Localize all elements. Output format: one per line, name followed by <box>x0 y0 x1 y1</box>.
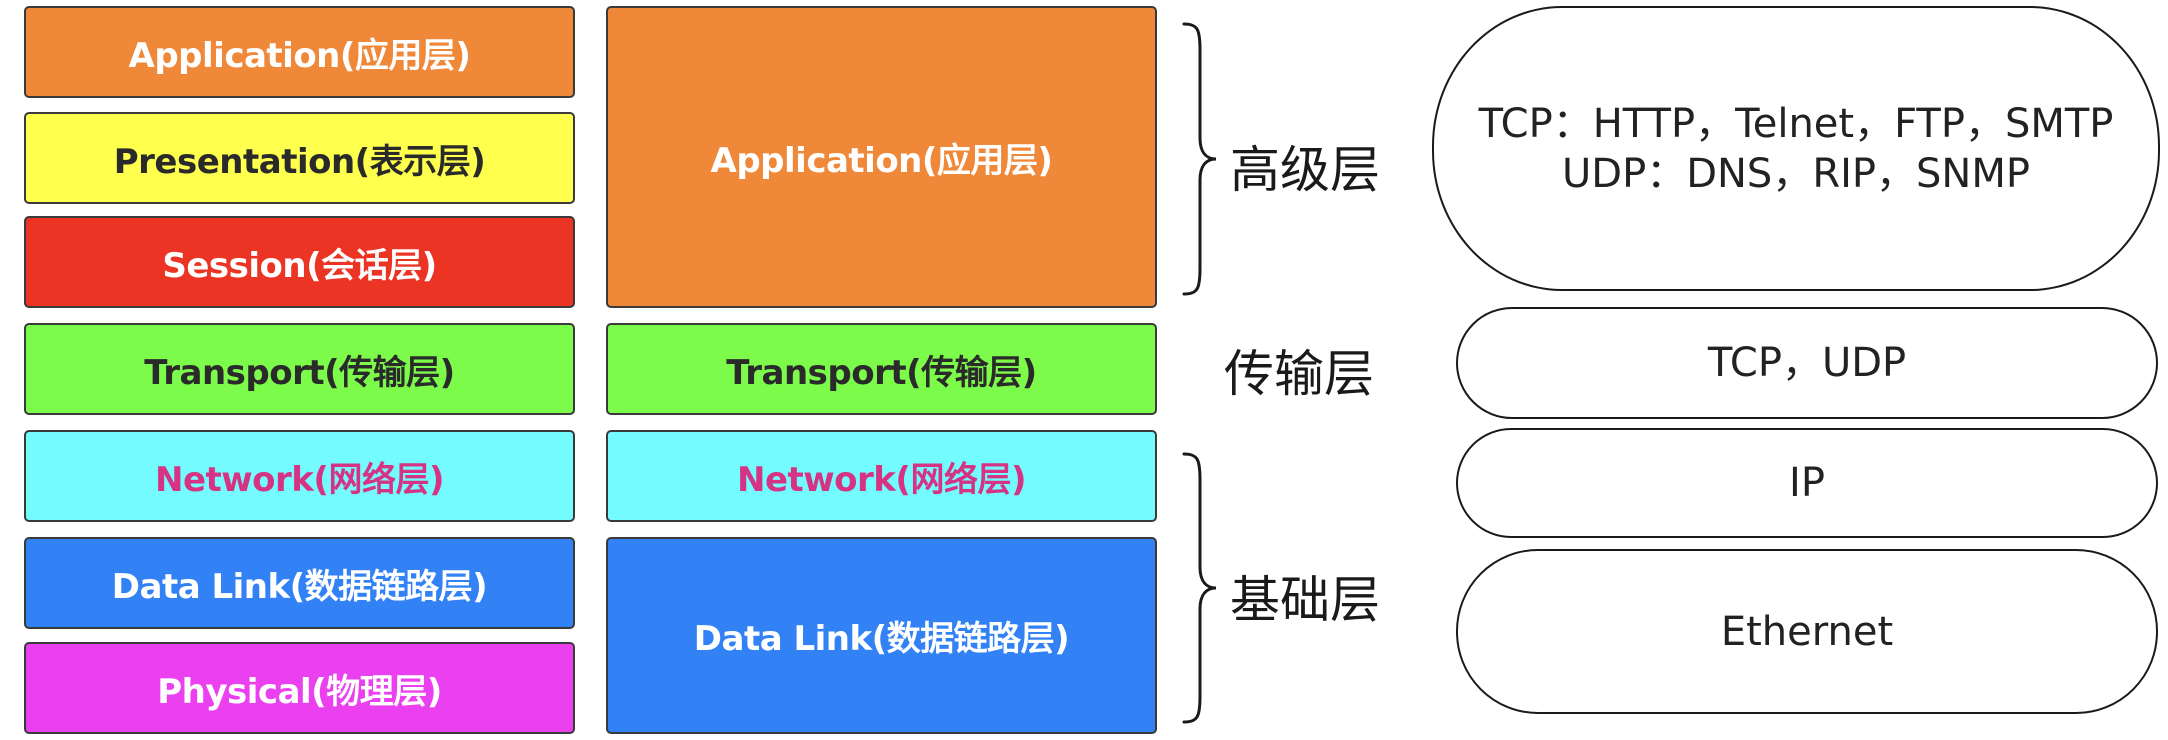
tcpip-data-link-layer: Data Link(数据链路层) <box>606 537 1157 734</box>
tcpip-transport-layer: Transport(传输层) <box>606 323 1157 415</box>
high-layer-brace <box>1182 22 1217 296</box>
link-protocols-text: Ethernet <box>1720 608 1894 655</box>
osi-transport-layer: Transport(传输层) <box>24 323 575 415</box>
transport-group-label: 传输层 <box>1224 345 1374 403</box>
osi-presentation-layer: Presentation(表示层) <box>24 112 575 204</box>
tcpip-application-label: Application(应用层) <box>710 140 1053 181</box>
transport-protocols-text: TCP，UDP <box>1707 340 1907 386</box>
transport-protocols-pill: TCP，UDP <box>1456 307 2158 419</box>
high-layer-label: 高级层 <box>1230 141 1380 199</box>
network-protocols-pill: IP <box>1456 428 2158 538</box>
osi-physical-label: Physical(物理层) <box>157 671 442 712</box>
osi-application-label: Application(应用层) <box>128 35 471 76</box>
osi-physical-layer: Physical(物理层) <box>24 642 575 734</box>
udp-app-protocols: UDP：DNS，RIP，SNMP <box>1562 150 2030 197</box>
tcpip-network-label: Network(网络层) <box>737 459 1027 500</box>
link-protocols-pill: Ethernet <box>1456 549 2158 714</box>
osi-application-layer: Application(应用层) <box>24 6 575 98</box>
base-layer-label: 基础层 <box>1230 571 1380 629</box>
osi-transport-label: Transport(传输层) <box>144 352 455 393</box>
tcpip-data-link-label: Data Link(数据链路层) <box>693 619 1070 659</box>
network-protocols-text: IP <box>1789 460 1825 506</box>
tcpip-application-layer: Application(应用层) <box>606 6 1157 308</box>
osi-session-layer: Session(会话层) <box>24 216 575 308</box>
tcpip-network-layer: Network(网络层) <box>606 430 1157 522</box>
osi-network-layer: Network(网络层) <box>24 430 575 522</box>
tcpip-transport-label: Transport(传输层) <box>726 352 1037 393</box>
base-layer-brace <box>1182 452 1217 724</box>
osi-data-link-layer: Data Link(数据链路层) <box>24 537 575 629</box>
osi-presentation-label: Presentation(表示层) <box>113 141 486 182</box>
osi-data-link-label: Data Link(数据链路层) <box>111 566 488 607</box>
tcp-app-protocols: TCP：HTTP，Telnet，FTP，SMTP <box>1478 100 2114 147</box>
osi-network-label: Network(网络层) <box>155 459 445 500</box>
application-protocols-pill: TCP：HTTP，Telnet，FTP，SMTP UDP：DNS，RIP，SNM… <box>1432 6 2160 291</box>
osi-session-label: Session(会话层) <box>162 245 437 286</box>
